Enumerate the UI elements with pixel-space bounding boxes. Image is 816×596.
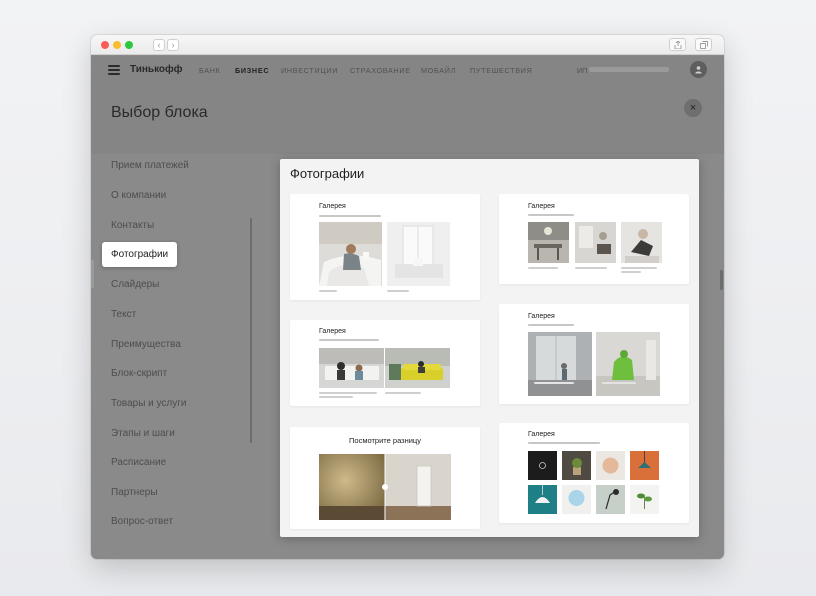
photo-woman-bed — [319, 222, 382, 286]
nav-item-business[interactable]: БИЗНЕС — [235, 66, 269, 75]
menu-icon[interactable] — [108, 65, 120, 75]
category-partners[interactable]: Партнеры — [111, 487, 158, 498]
photo-family-sofa — [319, 348, 384, 388]
page-title: Выбор блока — [111, 104, 208, 121]
close-window-button[interactable] — [101, 41, 109, 49]
nav-item-bank[interactable]: БАНК — [199, 66, 221, 75]
category-scrollbar[interactable] — [250, 218, 252, 443]
brand-logo[interactable]: Тинькофф — [130, 64, 183, 75]
category-schedule[interactable]: Расписание — [111, 457, 166, 468]
share-button[interactable] — [669, 38, 686, 51]
active-category-indicator — [91, 260, 94, 288]
avatar[interactable] — [690, 61, 707, 78]
photo-yellow-sofa — [385, 348, 450, 388]
photo-leaves — [630, 485, 659, 514]
card-title: Галерея — [319, 328, 346, 335]
nav-item-mobile[interactable]: МОБАЙЛ — [421, 66, 456, 75]
photo-desk-lamp — [596, 485, 625, 514]
card-title: Посмотрите разницу — [349, 436, 421, 445]
photo-plant — [562, 451, 591, 480]
before-after-photo — [319, 454, 451, 520]
category-faq[interactable]: Вопрос-ответ — [111, 516, 173, 527]
category-sliders[interactable]: Слайдеры — [111, 279, 159, 290]
card-title: Галерея — [528, 313, 555, 320]
top-navigation: Тинькофф БАНК БИЗНЕС ИНВЕСТИЦИИ СТРАХОВА… — [91, 56, 724, 84]
block-preview-panel: Фотографии Галерея Галерея Галерея Галер… — [280, 159, 699, 537]
photo-window-room — [528, 332, 592, 396]
nav-item-investments[interactable]: ИНВЕСТИЦИИ — [281, 66, 338, 75]
minimize-window-button[interactable] — [113, 41, 121, 49]
gallery-card-wide-photos[interactable]: Галерея — [290, 320, 480, 406]
maximize-window-button[interactable] — [125, 41, 133, 49]
gallery-card-grid[interactable]: Галерея — [499, 423, 689, 523]
card-title: Галерея — [528, 431, 555, 438]
category-script-block[interactable]: Блок-скрипт — [111, 368, 167, 379]
card-title: Галерея — [528, 203, 555, 210]
gallery-card-two-photos[interactable]: Галерея — [290, 194, 480, 300]
tabs-icon — [700, 41, 708, 49]
panel-title: Фотографии — [290, 166, 365, 181]
photo-phone — [528, 451, 557, 480]
category-steps[interactable]: Этапы и шаги — [111, 428, 175, 439]
category-about[interactable]: О компании — [111, 190, 166, 201]
photo-lamp-teal — [528, 485, 557, 514]
nav-item-insurance[interactable]: СТРАХОВАНИЕ — [350, 66, 411, 75]
site-page: Тинькофф БАНК БИЗНЕС ИНВЕСТИЦИИ СТРАХОВА… — [91, 56, 724, 559]
category-contacts[interactable]: Контакты — [111, 220, 154, 231]
browser-toolbar: ‹ › — [91, 35, 724, 55]
photo-sewing — [621, 222, 662, 263]
browser-window: ‹ › Тинькофф БАНК БИЗНЕС ИНВЕСТИЦИИ СТРА… — [91, 35, 724, 559]
photo-lamp-orange — [630, 451, 659, 480]
category-payments[interactable]: Прием платежей — [111, 160, 189, 171]
card-title: Галерея — [319, 203, 346, 210]
gallery-card-tall-photos[interactable]: Галерея — [499, 304, 689, 404]
photo-clock — [596, 451, 625, 480]
account-name-mask — [589, 67, 669, 72]
close-button[interactable]: × — [684, 99, 702, 117]
category-photos[interactable]: Фотографии — [102, 242, 178, 267]
photo-living-room — [575, 222, 616, 263]
photo-dining-room — [528, 222, 569, 263]
tabs-button[interactable] — [695, 38, 712, 51]
gallery-card-three-photos[interactable]: Галерея — [499, 194, 689, 284]
category-products[interactable]: Товары и услуги — [111, 398, 187, 409]
category-text[interactable]: Текст — [111, 309, 136, 320]
photo-balloon — [562, 485, 591, 514]
forward-button[interactable]: › — [167, 39, 179, 51]
photo-green-chair — [596, 332, 660, 396]
share-icon — [674, 41, 682, 49]
user-icon — [695, 66, 702, 74]
category-advantages[interactable]: Преимущества — [111, 339, 181, 350]
page-scrollbar[interactable] — [720, 270, 723, 290]
photo-white-room — [387, 222, 450, 286]
account-name[interactable]: ИП — [577, 66, 587, 75]
back-button[interactable]: ‹ — [153, 39, 165, 51]
nav-item-travel[interactable]: ПУТЕШЕСТВИЯ — [470, 66, 533, 75]
compare-card[interactable]: Посмотрите разницу — [290, 427, 480, 529]
